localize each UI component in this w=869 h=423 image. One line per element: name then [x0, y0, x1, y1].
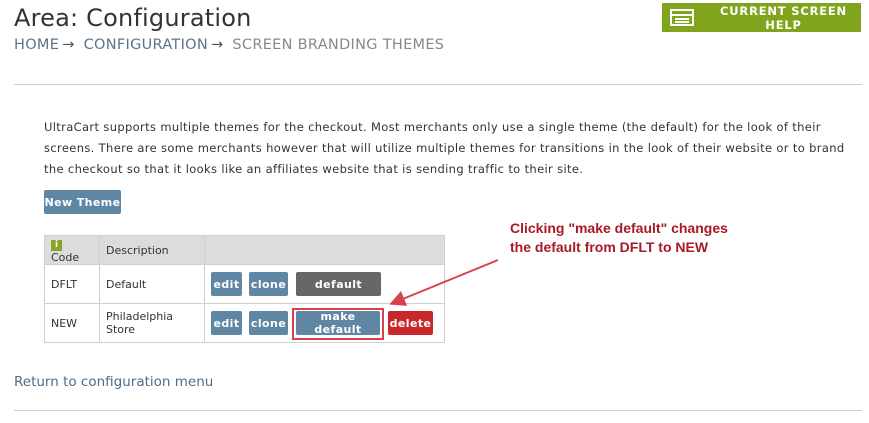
column-header-actions: [204, 235, 445, 265]
intro-paragraph: UltraCart supports multiple themes for t…: [44, 120, 845, 176]
default-status-button: default: [296, 272, 381, 296]
breadcrumb: HOME → CONFIGURATION → SCREEN BRANDING THE…: [14, 37, 444, 53]
table-row: DFLT Default edit clone default: [44, 264, 445, 304]
clone-button[interactable]: clone: [249, 272, 288, 296]
screen-help-icon: [670, 9, 694, 26]
column-header-code: iCode: [44, 235, 100, 265]
cell-actions: edit clone make default delete: [204, 303, 445, 343]
cell-description: Default: [99, 264, 205, 304]
clone-button[interactable]: clone: [249, 311, 288, 335]
column-header-description: Description: [99, 235, 205, 265]
edit-button[interactable]: edit: [211, 272, 242, 296]
new-theme-button[interactable]: New Theme: [44, 190, 121, 214]
annotation-line: the default from DFLT to NEW: [510, 239, 709, 255]
breadcrumb-separator: →: [211, 37, 224, 53]
page-title: Area: Configuration: [14, 4, 252, 32]
delete-button[interactable]: delete: [388, 311, 433, 335]
return-to-configuration-link[interactable]: Return to configuration menu: [14, 374, 213, 390]
help-button-label: CURRENT SCREEN HELP: [720, 3, 847, 32]
divider-top: [14, 84, 862, 85]
annotation-line: Clicking "make default" changes: [510, 220, 728, 236]
divider-bottom: [14, 410, 862, 411]
cell-description: Philadelphia Store: [99, 303, 205, 343]
annotation-arrow: [389, 259, 499, 306]
breadcrumb-separator: →: [62, 37, 75, 53]
table-row: NEW Philadelphia Store edit clone make d…: [44, 303, 445, 343]
highlight-box: [292, 308, 384, 340]
cell-code: DFLT: [44, 264, 100, 304]
info-icon[interactable]: i: [51, 240, 62, 251]
breadcrumb-configuration-link[interactable]: CONFIGURATION: [84, 37, 208, 53]
annotation-callout: Clicking "make default" changes the defa…: [510, 219, 728, 257]
cell-code: NEW: [44, 303, 100, 343]
current-screen-help-button[interactable]: CURRENT SCREEN HELP: [662, 3, 861, 32]
edit-button[interactable]: edit: [211, 311, 242, 335]
breadcrumb-current: SCREEN BRANDING THEMES: [232, 37, 445, 53]
cell-actions: edit clone default: [204, 264, 445, 304]
breadcrumb-home-link[interactable]: HOME: [14, 37, 59, 53]
table-header-row: iCode Description: [44, 235, 445, 265]
themes-table: iCode Description DFLT Default edit clon…: [44, 235, 445, 343]
